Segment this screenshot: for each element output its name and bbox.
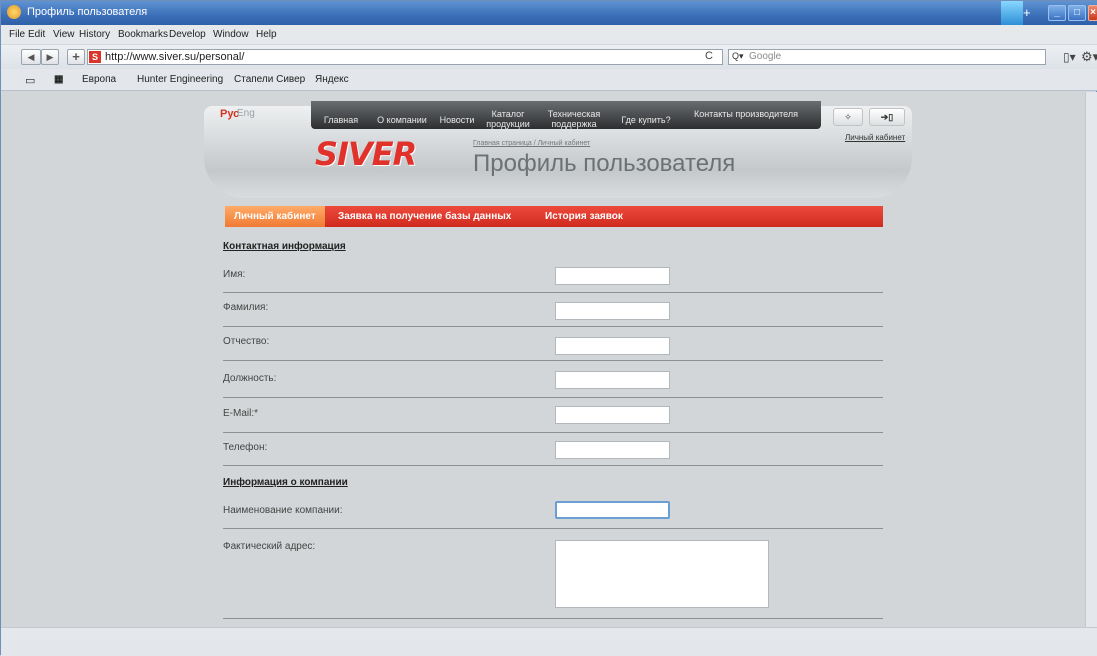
menu-view[interactable]: View — [53, 29, 75, 40]
nav-item-news[interactable]: Новости — [435, 115, 479, 125]
field-label-first-name: Имя: — [223, 269, 246, 280]
gear-icon[interactable]: ⚙▾ — [1081, 49, 1097, 65]
field-label-company-name: Наименование компании: — [223, 505, 343, 516]
home-icon[interactable]: ✧ — [833, 108, 863, 126]
tab-account[interactable]: Личный кабинет — [234, 211, 316, 222]
reload-icon[interactable]: C — [705, 50, 713, 62]
close-button[interactable]: × — [1088, 5, 1097, 21]
field-label-patronymic: Отчество: — [223, 336, 270, 347]
field-label-last-name: Фамилия: — [223, 302, 269, 313]
section-contact-title: Контактная информация — [223, 241, 346, 252]
bookmark-item[interactable]: Европа — [82, 74, 116, 85]
field-label-position: Должность: — [223, 373, 277, 384]
position-input[interactable] — [555, 371, 670, 389]
menu-window[interactable]: Window — [213, 29, 249, 40]
divider — [223, 326, 883, 327]
login-icon[interactable]: ➔▯ — [869, 108, 905, 126]
menu-bar: File Edit View History Bookmarks Develop… — [1, 25, 1097, 45]
nav-item-home[interactable]: Главная — [321, 115, 361, 125]
menu-develop[interactable]: Develop — [169, 29, 206, 40]
new-tab-icon[interactable]: + — [1023, 5, 1031, 20]
site-favicon-icon: S — [89, 51, 101, 63]
actual-address-textarea[interactable] — [555, 540, 769, 608]
tab-glow — [1001, 1, 1023, 25]
page-title: Профиль пользователя — [473, 150, 736, 177]
account-link[interactable]: Личный кабинет — [845, 133, 905, 142]
menu-help[interactable]: Help — [256, 29, 277, 40]
bookmark-item[interactable]: Стапели Сивер — [234, 74, 305, 85]
field-label-phone: Телефон: — [223, 442, 268, 453]
vertical-scrollbar[interactable] — [1085, 92, 1097, 627]
bookmarks-book-icon[interactable]: ▭ — [25, 74, 35, 87]
horizontal-scrollbar[interactable] — [1, 627, 1097, 641]
email-input[interactable] — [555, 406, 670, 424]
title-bar: Профиль пользователя + _ □ × — [1, 1, 1097, 25]
company-name-input[interactable] — [555, 501, 670, 519]
maximize-button[interactable]: □ — [1068, 5, 1086, 21]
siver-logo[interactable]: SIVER — [315, 135, 417, 173]
nav-item-about[interactable]: О компании — [369, 115, 435, 125]
breadcrumb[interactable]: Главная страница / Личный кабинет — [473, 140, 590, 147]
forward-button[interactable]: ▶ — [41, 49, 59, 65]
nav-item-contacts[interactable]: Контакты производителя — [683, 109, 809, 119]
minimize-button[interactable]: _ — [1048, 5, 1066, 21]
window-title: Профиль пользователя — [27, 6, 148, 18]
top-sites-grid-icon[interactable]: ▦ — [54, 74, 63, 85]
last-name-input[interactable] — [555, 302, 670, 320]
address-toolbar: ◀ ▶ + http://www.siver.su/personal/ S C … — [1, 45, 1097, 69]
bookmarks-bar: ▭ ▦ Европа Hunter Engineering Стапели Си… — [1, 69, 1097, 91]
divider — [223, 618, 883, 619]
patronymic-input[interactable] — [555, 337, 670, 355]
page-menu-icon[interactable]: ▯▾ — [1063, 50, 1076, 64]
lang-en-link[interactable]: Eng — [237, 108, 255, 119]
divider — [223, 360, 883, 361]
menu-history[interactable]: History — [79, 29, 110, 40]
site-top-nav: Главная О компании Новости Каталог проду… — [311, 101, 821, 129]
divider — [223, 465, 883, 466]
section-company-title: Информация о компании — [223, 477, 348, 488]
nav-item-support[interactable]: Техническая поддержка — [539, 109, 609, 129]
divider — [223, 397, 883, 398]
back-button[interactable]: ◀ — [21, 49, 41, 65]
divider — [223, 528, 883, 529]
field-label-actual-address: Фактический адрес: — [223, 541, 316, 552]
nav-item-where-buy[interactable]: Где купить? — [613, 115, 679, 125]
nav-item-catalog[interactable]: Каталог продукции — [481, 109, 535, 129]
url-field[interactable]: http://www.siver.su/personal/ — [87, 49, 723, 65]
add-bookmark-button[interactable]: + — [67, 49, 85, 65]
bookmark-item[interactable]: Яндекс — [315, 74, 349, 85]
field-label-email: E-Mail:* — [223, 408, 259, 419]
bookmark-item[interactable]: Hunter Engineering — [137, 74, 223, 85]
menu-bookmarks[interactable]: Bookmarks — [118, 29, 168, 40]
search-icon[interactable]: Q▾ — [732, 51, 744, 62]
divider — [223, 292, 883, 293]
browser-window: Профиль пользователя + _ □ × File Edit V… — [0, 0, 1097, 656]
divider — [223, 432, 883, 433]
status-bar — [1, 641, 1097, 656]
tab-request-history[interactable]: История заявок — [545, 211, 623, 222]
menu-file[interactable]: File — [9, 29, 25, 40]
tab-database-request[interactable]: Заявка на получение базы данных — [338, 211, 511, 222]
menu-edit[interactable]: Edit — [28, 29, 45, 40]
page-content: Рус Eng Главная О компании Новости Катал… — [1, 92, 1085, 627]
phone-input[interactable] — [555, 441, 670, 459]
search-field[interactable]: Google — [728, 49, 1046, 65]
app-icon — [7, 5, 21, 19]
first-name-input[interactable] — [555, 267, 670, 285]
